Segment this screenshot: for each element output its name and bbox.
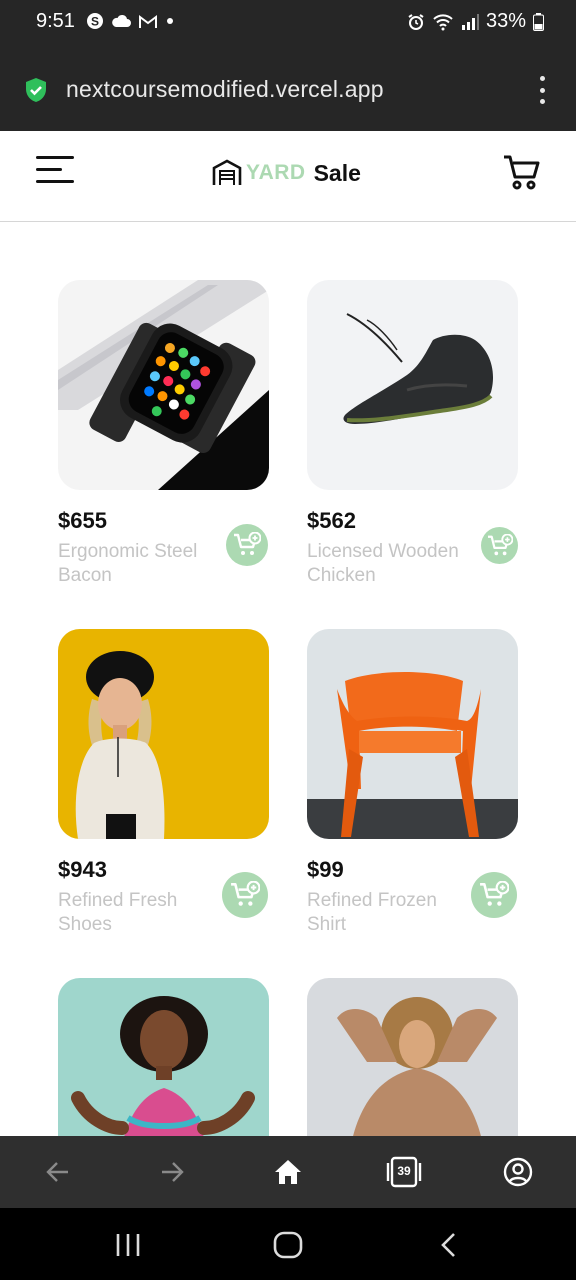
battery-percent: 33% [485, 10, 526, 32]
add-to-cart-button[interactable] [222, 872, 268, 918]
url-text[interactable]: nextcoursemodified.vercel.app [66, 76, 384, 103]
browser-bottom-nav: 39 [0, 1136, 576, 1208]
back-arrow-icon[interactable] [42, 1156, 74, 1188]
product-image-woman-hat[interactable] [58, 629, 269, 839]
browser-menu-icon[interactable] [538, 76, 546, 104]
logo-sale-text: Sale [313, 159, 361, 186]
product-card[interactable]: $943 Refined Fresh Shoes [58, 629, 269, 935]
notification-icons: S [86, 12, 175, 30]
app-header: YARD Sale [0, 131, 576, 222]
product-card[interactable]: $655 Ergonomic Steel Bacon [58, 280, 269, 586]
add-cart-icon [234, 532, 261, 555]
add-cart-icon [231, 881, 260, 906]
add-to-cart-button[interactable] [481, 527, 518, 564]
product-name: Refined Fresh Shoes [58, 890, 178, 935]
product-price: $562 [307, 508, 356, 533]
alarm-icon [408, 13, 424, 30]
garage-logo-icon [212, 159, 242, 185]
product-image-shoe[interactable] [307, 280, 518, 490]
cloud-icon [112, 14, 131, 27]
product-card[interactable]: $99 Refined Frozen Shirt [307, 629, 518, 935]
gmail-icon [139, 14, 157, 28]
wifi-icon [433, 13, 453, 30]
status-time: 9:51 [36, 10, 75, 32]
forward-arrow-icon[interactable] [156, 1156, 188, 1188]
skype-icon: S [87, 13, 103, 29]
tab-count: 39 [397, 1164, 411, 1178]
add-cart-icon [480, 881, 509, 906]
add-to-cart-button[interactable] [471, 872, 517, 918]
shopping-cart-icon[interactable] [502, 153, 540, 191]
product-image-chair[interactable] [307, 629, 518, 839]
product-price: $655 [58, 508, 107, 533]
product-name: Refined Frozen Shirt [307, 890, 437, 935]
dot-icon [167, 18, 173, 24]
product-image-watch[interactable] [58, 280, 269, 490]
product-price: $943 [58, 857, 107, 882]
add-cart-icon [487, 533, 513, 555]
svg-text:S: S [91, 15, 99, 29]
hamburger-menu-icon[interactable] [36, 154, 76, 186]
system-icons: 33% [407, 10, 544, 33]
recent-apps-icon[interactable] [112, 1230, 144, 1260]
product-card[interactable]: $562 Licensed Wooden Chicken [307, 280, 518, 586]
signal-icon [461, 13, 479, 30]
status-bar: 9:51 S 33% [0, 0, 576, 46]
android-nav-bar [0, 1208, 576, 1280]
secure-shield-icon[interactable] [24, 77, 48, 103]
product-name: Ergonomic Steel Bacon [58, 541, 198, 586]
home-icon[interactable] [272, 1156, 304, 1188]
phone-screen: 9:51 S 33% nextcoursemodified.vercel.app [0, 0, 576, 1280]
tabs-button[interactable]: 39 [386, 1155, 422, 1189]
android-home-icon[interactable] [272, 1230, 304, 1260]
browser-url-bar: nextcoursemodified.vercel.app [0, 46, 576, 131]
product-price: $99 [307, 857, 344, 882]
product-name: Licensed Wooden Chicken [307, 541, 459, 586]
logo-yard-text: YARD [246, 161, 306, 184]
android-back-icon[interactable] [434, 1230, 466, 1260]
add-to-cart-button[interactable] [226, 524, 268, 566]
battery-icon [533, 12, 544, 31]
logo[interactable]: YARD Sale [212, 159, 361, 187]
account-icon[interactable] [502, 1156, 534, 1188]
